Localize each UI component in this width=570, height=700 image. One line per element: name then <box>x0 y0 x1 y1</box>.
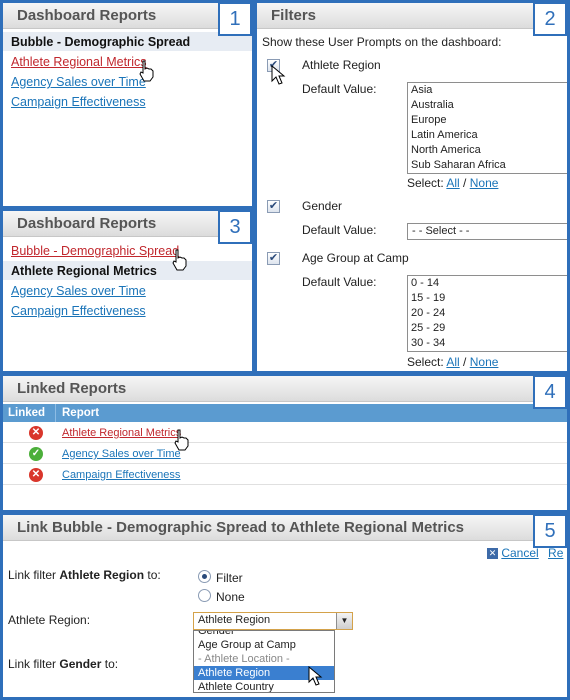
radio-none-label: None <box>216 590 245 604</box>
athlete-region-field-label: Athlete Region: <box>8 613 91 627</box>
hand-cursor-icon <box>139 60 154 82</box>
select-label: Select: <box>407 355 444 369</box>
linked-report-link[interactable]: Athlete Regional Metrics <box>62 427 181 439</box>
label-text: Link filter <box>8 568 57 582</box>
report-link-campaign-effectiveness[interactable]: Campaign Effectiveness <box>11 304 146 318</box>
report-link-bubble[interactable]: Bubble - Demographic Spread <box>11 244 179 258</box>
list-option[interactable]: North America <box>408 143 567 158</box>
link-filter-label-2: Link filter Gender to: <box>8 657 118 671</box>
dropdown-option[interactable]: Gender <box>194 631 334 638</box>
athlete-region-select[interactable]: Athlete Region ▼ <box>193 612 353 630</box>
report-link-campaign-effectiveness[interactable]: Campaign Effectiveness <box>11 95 146 109</box>
unlinked-icon[interactable]: ✕ <box>29 468 43 482</box>
panel-linked-reports: Linked Reports Linked Report ✕ Athlete R… <box>3 376 567 510</box>
list-option[interactable]: Asia <box>408 83 567 98</box>
gender-select[interactable]: - - Select - - <box>407 223 567 240</box>
select-separator: / <box>463 176 467 190</box>
report-item-athlete-regional-metrics[interactable]: Athlete Regional Metrics <box>11 264 157 278</box>
select-separator: / <box>463 355 467 369</box>
select-all-none: Select: All / None <box>407 176 498 190</box>
hand-cursor-icon <box>172 249 187 271</box>
link-filter-label-1: Link filter Athlete Region to: <box>8 568 161 582</box>
step-number-3: 3 <box>218 210 252 244</box>
step-number-5: 5 <box>533 514 567 548</box>
select-value: Athlete Region <box>198 614 271 626</box>
report-link-agency-sales[interactable]: Agency Sales over Time <box>11 284 146 298</box>
list-option[interactable]: Australia <box>408 98 567 113</box>
panel-dashboard-reports-1: Dashboard Reports Bubble - Demographic S… <box>3 3 252 206</box>
table-row: ✕ Athlete Regional Metrics <box>3 423 567 451</box>
list-option[interactable]: 20 - 24 <box>408 306 567 321</box>
filter-name: Gender <box>59 657 102 671</box>
filter-name-age-group: Age Group at Camp <box>302 251 409 265</box>
filter-name-athlete-region: Athlete Region <box>302 58 381 72</box>
step-number-2: 2 <box>533 2 567 36</box>
cancel-icon[interactable]: ✕ <box>487 548 498 560</box>
panel-dashboard-reports-3: Dashboard Reports Bubble - Demographic S… <box>3 211 252 371</box>
dropdown-group-label: - Athlete Location - <box>198 653 290 665</box>
panel-filters: Filters Show these User Prompts on the d… <box>257 3 567 371</box>
filter-name: Athlete Region <box>59 568 145 582</box>
unlinked-icon[interactable]: ✕ <box>29 426 43 440</box>
col-report: Report <box>62 407 100 419</box>
panel-title: Dashboard Reports <box>3 211 252 237</box>
list-option[interactable]: Sub Saharan Africa <box>408 158 567 173</box>
panel-title: Linked Reports <box>3 376 567 402</box>
arrow-cursor-icon <box>308 666 323 686</box>
select-none-link[interactable]: None <box>470 355 499 369</box>
filters-intro: Show these User Prompts on the dashboard… <box>262 35 502 49</box>
radio-filter[interactable] <box>198 570 211 583</box>
list-option[interactable]: Europe <box>408 113 567 128</box>
col-linked: Linked <box>8 407 46 419</box>
list-option[interactable]: 15 - 19 <box>408 291 567 306</box>
report-link-agency-sales[interactable]: Agency Sales over Time <box>11 75 146 89</box>
table-row: ✕ Campaign Effectiveness <box>3 465 567 485</box>
list-option[interactable]: 30 - 34 <box>408 336 567 351</box>
panel-link-filters: Link Bubble - Demographic Spread to Athl… <box>3 515 567 697</box>
cancel-link[interactable]: Cancel <box>501 546 538 560</box>
athlete-region-listbox[interactable]: Asia Australia Europe Latin America Nort… <box>407 82 567 174</box>
select-none-link[interactable]: None <box>470 176 499 190</box>
default-value-label: Default Value: <box>302 275 377 289</box>
label-text: Link filter <box>8 657 57 671</box>
label-text: to: <box>104 657 119 671</box>
filter-name-gender: Gender <box>302 199 343 213</box>
gender-checkbox[interactable]: ✔ <box>267 200 280 213</box>
arrow-cursor-icon <box>271 65 286 85</box>
linked-check-icon[interactable]: ✓ <box>29 447 43 461</box>
linked-report-link[interactable]: Campaign Effectiveness <box>62 469 180 481</box>
dropdown-option[interactable]: Age Group at Camp <box>194 638 334 652</box>
panel-title: Dashboard Reports <box>3 3 252 29</box>
linked-report-link[interactable]: Agency Sales over Time <box>62 448 181 460</box>
radio-filter-label: Filter <box>216 571 243 585</box>
select-label: Select: <box>407 176 444 190</box>
table-header: Linked Report <box>3 404 567 422</box>
age-group-checkbox[interactable]: ✔ <box>267 252 280 265</box>
chevron-down-icon[interactable]: ▼ <box>336 613 352 629</box>
age-group-listbox[interactable]: 0 - 14 15 - 19 20 - 24 25 - 29 30 - 34 <box>407 275 567 352</box>
truncated-link[interactable]: Re <box>548 546 563 560</box>
default-value-label: Default Value: <box>302 223 377 237</box>
select-all-none: Select: All / None <box>407 355 498 369</box>
list-option[interactable]: Latin America <box>408 128 567 143</box>
list-option[interactable]: 25 - 29 <box>408 321 567 336</box>
report-item-bubble[interactable]: Bubble - Demographic Spread <box>11 35 190 49</box>
report-link-athlete-regional-metrics[interactable]: Athlete Regional Metrics <box>11 55 146 69</box>
list-option[interactable]: 0 - 14 <box>408 276 567 291</box>
panel-title: Filters <box>257 3 567 29</box>
step-number-1: 1 <box>218 2 252 36</box>
radio-none[interactable] <box>198 589 211 602</box>
step-number-4: 4 <box>533 375 567 409</box>
table-row: ✓ Agency Sales over Time <box>3 444 567 464</box>
select-all-link[interactable]: All <box>446 176 459 190</box>
select-all-link[interactable]: All <box>446 355 459 369</box>
label-text: to: <box>147 568 161 582</box>
default-value-label: Default Value: <box>302 82 377 96</box>
cancel-action: ✕ Cancel Re <box>487 546 563 560</box>
panel-title: Link Bubble - Demographic Spread to Athl… <box>3 515 567 541</box>
